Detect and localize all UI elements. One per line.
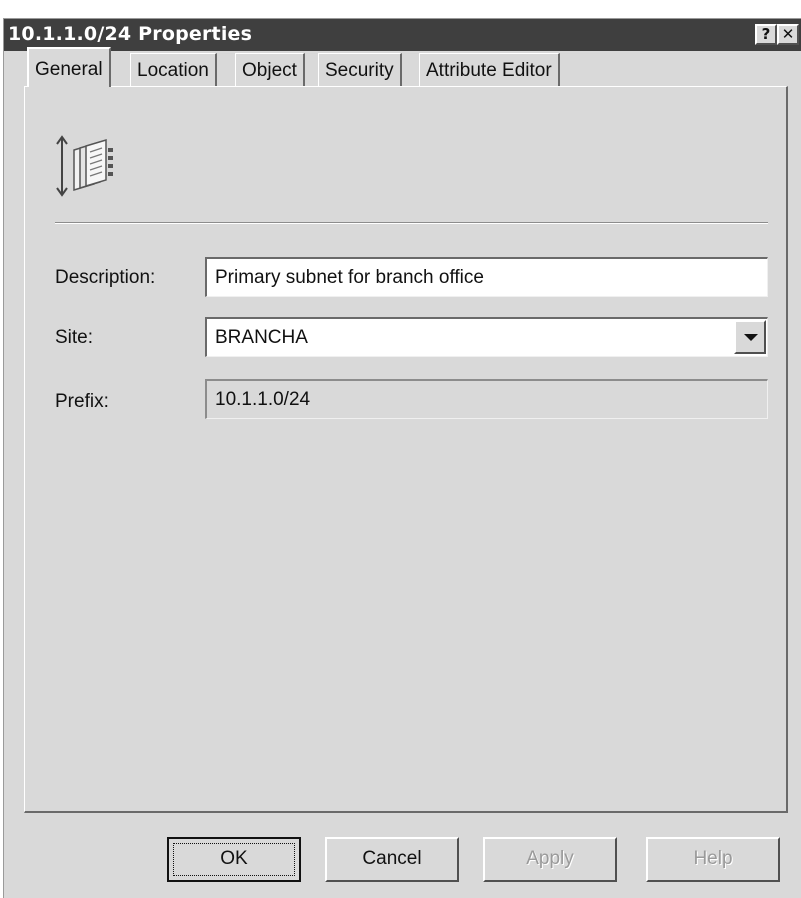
description-label: Description: (55, 267, 156, 288)
cancel-button[interactable]: Cancel (325, 837, 459, 882)
description-value: Primary subnet for branch office (215, 267, 484, 288)
site-dropdown-button[interactable] (734, 320, 766, 354)
site-select[interactable]: BRANCHA (205, 317, 768, 357)
prefix-label: Prefix: (55, 391, 109, 412)
description-input[interactable]: Primary subnet for branch office (205, 257, 768, 297)
help-icon[interactable]: ? (755, 24, 777, 45)
separator-line (55, 222, 768, 224)
apply-button[interactable]: Apply (483, 837, 617, 882)
title-bar[interactable]: 10.1.1.0/24 Properties ? ✕ (4, 19, 801, 51)
focus-rectangle (173, 843, 295, 876)
window-title: 10.1.1.0/24 Properties (8, 23, 253, 45)
general-tab-panel (24, 86, 788, 813)
tab-object[interactable]: Object (235, 53, 305, 87)
site-value: BRANCHA (215, 327, 308, 348)
ok-button[interactable]: OK (167, 837, 301, 882)
tab-security[interactable]: Security (318, 53, 402, 87)
close-icon[interactable]: ✕ (777, 24, 799, 45)
chevron-down-icon (744, 334, 758, 341)
prefix-value: 10.1.1.0/24 (215, 389, 311, 410)
tab-location[interactable]: Location (130, 53, 217, 87)
tab-attribute-editor[interactable]: Attribute Editor (419, 53, 560, 87)
subnet-icon (56, 135, 113, 197)
site-label: Site: (55, 327, 94, 348)
tab-general[interactable]: General (27, 47, 111, 87)
help-button[interactable]: Help (646, 837, 780, 882)
prefix-field: 10.1.1.0/24 (205, 379, 768, 419)
